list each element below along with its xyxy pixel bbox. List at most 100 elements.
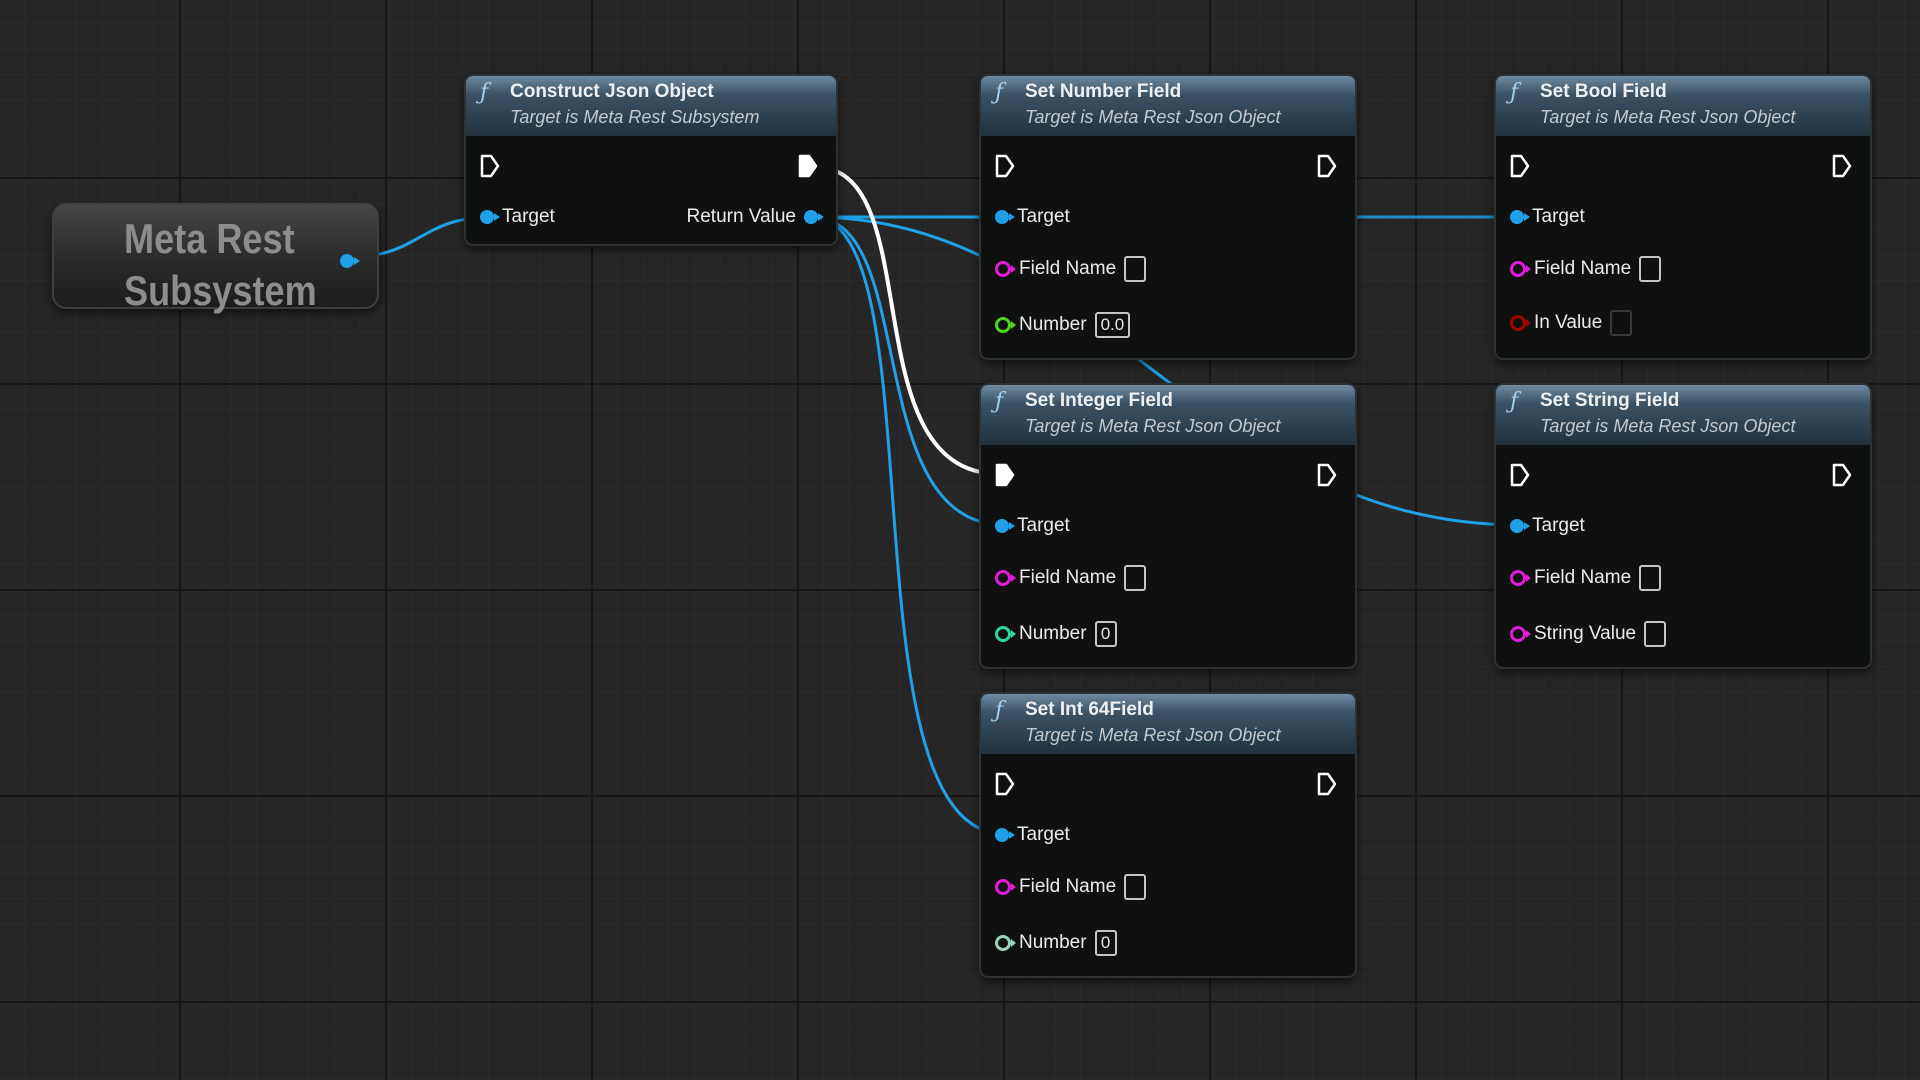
- float-pin-icon[interactable]: [995, 317, 1016, 333]
- bool-pin-icon[interactable]: [1510, 315, 1531, 331]
- node-header: ƒ Set String Field Target is Meta Rest J…: [1496, 385, 1870, 445]
- exec-in-pin-icon[interactable]: [995, 154, 1015, 178]
- number-pin-label: Number: [1019, 314, 1087, 335]
- field-name-pin[interactable]: Field Name: [995, 563, 1147, 593]
- string-pin-icon[interactable]: [995, 879, 1016, 895]
- field-name-pin[interactable]: Field Name: [995, 254, 1147, 284]
- number-input[interactable]: 0: [1094, 930, 1117, 956]
- node-subtitle: Target is Meta Rest Json Object: [1025, 107, 1281, 127]
- target-pin-label: Target: [1532, 206, 1585, 227]
- string-pin-icon[interactable]: [995, 261, 1016, 277]
- construct-json-object-node[interactable]: ƒ Construct Json Object Target is Meta R…: [464, 74, 838, 246]
- field-name-pin-label: Field Name: [1019, 567, 1117, 588]
- exec-out-pin-icon[interactable]: [1317, 772, 1337, 796]
- field-name-pin[interactable]: Field Name: [1510, 254, 1662, 284]
- node-subtitle: Target is Meta Rest Json Object: [1540, 416, 1796, 436]
- exec-out-pin-icon[interactable]: [1317, 154, 1337, 178]
- exec-in-pin-icon[interactable]: [1510, 154, 1530, 178]
- target-pin-label: Target: [1532, 515, 1585, 536]
- string-pin-icon[interactable]: [1510, 570, 1531, 586]
- target-pin-label: Target: [502, 206, 555, 227]
- number-pin[interactable]: Number 0: [995, 928, 1117, 958]
- exec-out-pin-icon[interactable]: [1832, 463, 1852, 487]
- node-subtitle: Target is Meta Rest Json Object: [1540, 107, 1796, 127]
- number-input[interactable]: 0: [1094, 621, 1117, 647]
- field-name-pin[interactable]: Field Name: [995, 872, 1147, 902]
- string-value-pin-label: String Value: [1534, 623, 1637, 644]
- exec-out-pin-icon[interactable]: [798, 154, 818, 178]
- function-icon: ƒ: [480, 80, 489, 105]
- field-name-input[interactable]: [1124, 565, 1147, 591]
- function-icon: ƒ: [995, 389, 1004, 414]
- field-name-input[interactable]: [1639, 565, 1662, 591]
- set-string-field-node[interactable]: ƒ Set String Field Target is Meta Rest J…: [1494, 383, 1872, 669]
- set-bool-field-node[interactable]: ƒ Set Bool Field Target is Meta Rest Jso…: [1494, 74, 1872, 360]
- integer-pin-icon[interactable]: [995, 626, 1016, 642]
- in-value-checkbox[interactable]: [1610, 310, 1633, 336]
- field-name-input[interactable]: [1124, 874, 1147, 900]
- node-title: Set String Field: [1540, 390, 1680, 411]
- object-pin-icon[interactable]: [1510, 519, 1530, 533]
- object-pin-icon[interactable]: [995, 519, 1015, 533]
- exec-out-pin-icon[interactable]: [1832, 154, 1852, 178]
- object-pin-icon[interactable]: [804, 210, 824, 224]
- variable-node-title: Meta Rest Subsystem: [124, 215, 317, 314]
- function-icon: ƒ: [995, 80, 1004, 105]
- node-title: Set Int 64Field: [1025, 699, 1154, 720]
- string-pin-icon[interactable]: [1510, 626, 1531, 642]
- target-pin[interactable]: Target: [480, 202, 555, 232]
- wire-return-to-set-int64-target: [811, 215, 1006, 836]
- node-header: ƒ Set Integer Field Target is Meta Rest …: [981, 385, 1355, 445]
- int64-pin-icon[interactable]: [995, 935, 1016, 951]
- number-pin[interactable]: Number 0: [995, 619, 1117, 649]
- string-pin-icon[interactable]: [995, 570, 1016, 586]
- number-pin[interactable]: Number 0.0: [995, 310, 1131, 340]
- wire-return-to-set-integer-target: [811, 215, 1006, 527]
- string-value-pin[interactable]: String Value: [1510, 619, 1667, 649]
- field-name-pin[interactable]: Field Name: [1510, 563, 1662, 593]
- field-name-pin-label: Field Name: [1534, 567, 1632, 588]
- target-pin[interactable]: Target: [995, 511, 1070, 541]
- object-pin-icon[interactable]: [1510, 210, 1530, 224]
- field-name-input[interactable]: [1124, 256, 1147, 282]
- target-pin-label: Target: [1017, 206, 1070, 227]
- exec-in-pin-icon[interactable]: [995, 463, 1015, 487]
- function-icon: ƒ: [1510, 80, 1519, 105]
- field-name-input[interactable]: [1639, 256, 1662, 282]
- return-value-pin-label: Return Value: [686, 206, 797, 227]
- target-pin[interactable]: Target: [995, 202, 1070, 232]
- number-input[interactable]: 0.0: [1094, 312, 1131, 338]
- target-pin-label: Target: [1017, 824, 1070, 845]
- string-pin-icon[interactable]: [1510, 261, 1531, 277]
- in-value-pin-label: In Value: [1534, 312, 1603, 333]
- object-pin-icon[interactable]: [340, 254, 360, 268]
- target-pin[interactable]: Target: [1510, 511, 1585, 541]
- exec-in-pin-icon[interactable]: [995, 772, 1015, 796]
- node-header: ƒ Set Int 64Field Target is Meta Rest Js…: [981, 694, 1355, 754]
- object-pin-icon[interactable]: [480, 210, 500, 224]
- string-value-input[interactable]: [1644, 621, 1667, 647]
- set-int64-field-node[interactable]: ƒ Set Int 64Field Target is Meta Rest Js…: [979, 692, 1357, 978]
- number-pin-label: Number: [1019, 932, 1087, 953]
- target-pin-label: Target: [1017, 515, 1070, 536]
- exec-in-pin-icon[interactable]: [480, 154, 500, 178]
- node-title: Set Number Field: [1025, 81, 1182, 102]
- node-subtitle: Target is Meta Rest Subsystem: [510, 107, 760, 127]
- object-pin-icon[interactable]: [995, 828, 1015, 842]
- node-title: Set Bool Field: [1540, 81, 1667, 102]
- set-integer-field-node[interactable]: ƒ Set Integer Field Target is Meta Rest …: [979, 383, 1357, 669]
- exec-in-pin-icon[interactable]: [1510, 463, 1530, 487]
- field-name-pin-label: Field Name: [1534, 258, 1632, 279]
- node-subtitle: Target is Meta Rest Json Object: [1025, 416, 1281, 436]
- set-number-field-node[interactable]: ƒ Set Number Field Target is Meta Rest J…: [979, 74, 1357, 360]
- return-value-pin[interactable]: Return Value: [686, 202, 824, 232]
- object-pin-icon[interactable]: [995, 210, 1015, 224]
- target-pin[interactable]: Target: [995, 820, 1070, 850]
- field-name-pin-label: Field Name: [1019, 876, 1117, 897]
- in-value-pin[interactable]: In Value: [1510, 308, 1633, 338]
- function-icon: ƒ: [1510, 389, 1519, 414]
- target-pin[interactable]: Target: [1510, 202, 1585, 232]
- exec-out-pin-icon[interactable]: [1317, 463, 1337, 487]
- meta-rest-subsystem-variable-node[interactable]: Meta Rest Subsystem: [52, 203, 379, 314]
- node-header: ƒ Set Number Field Target is Meta Rest J…: [981, 76, 1355, 136]
